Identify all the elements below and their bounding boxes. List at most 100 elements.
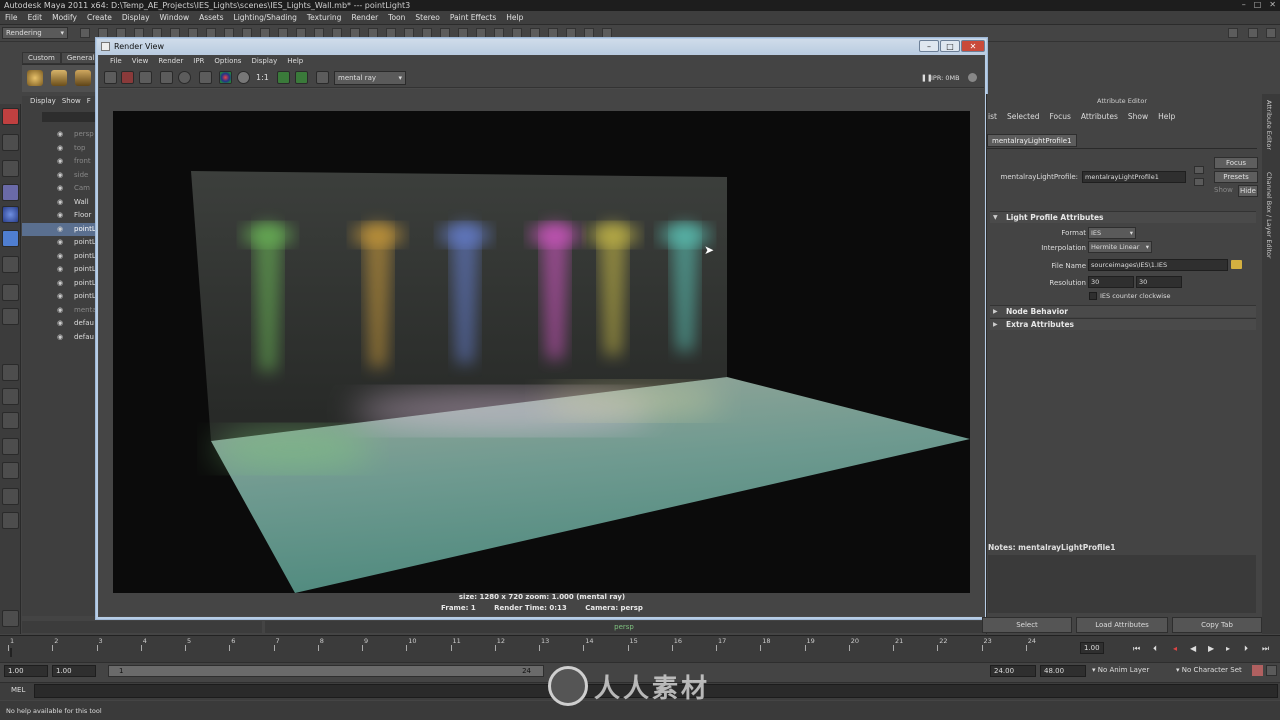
- renderer-select[interactable]: mental ray ▾: [334, 71, 406, 85]
- outliner-item[interactable]: ◉ pointL: [22, 250, 98, 263]
- outliner-item[interactable]: ◉ pointL: [22, 290, 98, 303]
- rv-menu-file[interactable]: File: [105, 55, 127, 68]
- anim-prefs-icon[interactable]: [1266, 665, 1277, 676]
- shelf-light-icon[interactable]: [27, 70, 43, 86]
- section-extra-attributes[interactable]: ▶ Extra Attributes: [990, 318, 1256, 330]
- select-button[interactable]: Select: [982, 617, 1072, 633]
- rendered-image[interactable]: [113, 111, 970, 593]
- viewport-scroll[interactable]: [22, 621, 262, 633]
- range-bar[interactable]: 1 24: [108, 665, 544, 677]
- step-forward-key-icon[interactable]: ⏵: [1244, 644, 1248, 654]
- auto-key-icon[interactable]: [1252, 665, 1263, 676]
- playback-start-field[interactable]: 1.00: [52, 665, 96, 677]
- menu-lighting-shading[interactable]: Lighting/Shading: [229, 13, 302, 22]
- display-rgb-icon[interactable]: [199, 71, 212, 84]
- outliner-item[interactable]: ◉ pointL: [22, 263, 98, 276]
- layout-outliner-icon[interactable]: [2, 438, 19, 455]
- outliner-item[interactable]: ◉ pointL: [22, 236, 98, 249]
- resolution-y-field[interactable]: 30: [1136, 276, 1182, 288]
- ies-ccw-checkbox[interactable]: [1089, 292, 1097, 300]
- keep-image-icon[interactable]: [277, 71, 290, 84]
- outliner-item[interactable]: ◉ Wall: [22, 196, 98, 209]
- anim-layer-select[interactable]: ▾ No Anim Layer: [1092, 665, 1149, 677]
- step-forward-frame-icon[interactable]: ▸: [1226, 644, 1230, 653]
- outliner-item[interactable]: ◉ pointL: [22, 277, 98, 290]
- section-light-profile[interactable]: ▼ Light Profile Attributes: [990, 211, 1256, 223]
- outliner-search-input[interactable]: [42, 112, 97, 122]
- layout-single-icon[interactable]: [2, 364, 19, 381]
- load-attributes-button[interactable]: Load Attributes: [1076, 617, 1168, 633]
- folder-icon[interactable]: [1231, 260, 1242, 269]
- render-region-icon[interactable]: [121, 71, 134, 84]
- layout-render-icon[interactable]: [2, 512, 19, 529]
- hide-button[interactable]: Hide: [1238, 185, 1258, 197]
- play-forward-icon[interactable]: ▶: [1208, 644, 1214, 653]
- copy-tab-button[interactable]: Copy Tab: [1172, 617, 1262, 633]
- play-backward-icon[interactable]: ◀: [1190, 644, 1196, 653]
- ae-node-tab[interactable]: mentalrayLightProfile1: [987, 134, 1077, 147]
- step-back-key-icon[interactable]: ⏴: [1153, 644, 1157, 654]
- menu-set-select[interactable]: Rendering ▾: [2, 27, 68, 39]
- file-name-field[interactable]: sourceimages\IES\1.IES: [1088, 259, 1228, 271]
- panel-toggle-icon[interactable]: [1266, 28, 1276, 38]
- maximize-icon[interactable]: □: [1254, 0, 1262, 11]
- ae-menu-show[interactable]: Show: [1128, 112, 1148, 121]
- outliner-item[interactable]: ◉ persp: [22, 128, 98, 141]
- lasso-tool-icon[interactable]: [2, 134, 19, 151]
- outliner-menu-help[interactable]: F: [87, 97, 91, 109]
- rv-menu-options[interactable]: Options: [209, 55, 246, 68]
- render-view-titlebar[interactable]: [97, 39, 986, 55]
- menu-window[interactable]: Window: [155, 13, 195, 22]
- output-connections-icon[interactable]: [1194, 178, 1204, 186]
- rv-maximize-icon[interactable]: □: [940, 40, 960, 52]
- outliner-item[interactable]: ◉ top: [22, 142, 98, 155]
- move-tool-icon[interactable]: [2, 184, 19, 201]
- menu-modify[interactable]: Modify: [47, 13, 82, 22]
- outliner-item[interactable]: ◉ defau: [22, 331, 98, 344]
- status-line-tool-icon[interactable]: [80, 28, 90, 38]
- menu-display[interactable]: Display: [117, 13, 155, 22]
- ipr-render-icon[interactable]: [160, 71, 173, 84]
- outliner-menu-display[interactable]: Display: [30, 97, 56, 109]
- tab-channel-box[interactable]: Channel Box / Layer Editor: [1265, 172, 1273, 259]
- menu-render[interactable]: Render: [346, 13, 383, 22]
- outliner-item[interactable]: ◉ Cam: [22, 182, 98, 195]
- manipulator-tool-icon[interactable]: [2, 256, 19, 273]
- ae-node-name-field[interactable]: mentalrayLightProfile1: [1082, 171, 1186, 183]
- playback-end-field[interactable]: 24.00: [990, 665, 1036, 677]
- shelf-cube-icon[interactable]: [51, 70, 67, 86]
- rotate-tool-icon[interactable]: [2, 206, 19, 223]
- outliner-item[interactable]: ◉ side: [22, 169, 98, 182]
- layout-four-icon[interactable]: [2, 388, 19, 405]
- tab-attribute-editor[interactable]: Attribute Editor: [1265, 100, 1273, 150]
- ae-menu-selected[interactable]: Selected: [1007, 112, 1040, 121]
- focus-button[interactable]: Focus: [1214, 157, 1258, 169]
- rv-menu-display[interactable]: Display: [246, 55, 282, 68]
- layout-graph-icon[interactable]: [2, 462, 19, 479]
- outliner-item[interactable]: ◉ front: [22, 155, 98, 168]
- ae-menu-help[interactable]: Help: [1158, 112, 1175, 121]
- show-manipulator-icon[interactable]: [2, 308, 19, 325]
- go-to-end-icon[interactable]: ⏭: [1262, 644, 1269, 654]
- menu-assets[interactable]: Assets: [194, 13, 228, 22]
- menu-toon[interactable]: Toon: [383, 13, 410, 22]
- interpolation-select[interactable]: Hermite Linear ▾: [1088, 241, 1152, 253]
- current-frame-field[interactable]: 1.00: [1080, 642, 1104, 654]
- outliner-item[interactable]: ◉ defau: [22, 317, 98, 330]
- minimize-icon[interactable]: –: [1242, 0, 1246, 11]
- real-size-label[interactable]: 1:1: [256, 73, 269, 82]
- scale-tool-icon[interactable]: [2, 230, 19, 247]
- paint-select-tool-icon[interactable]: [2, 160, 19, 177]
- ae-menu-attributes[interactable]: Attributes: [1081, 112, 1118, 121]
- outliner-item[interactable]: ◉ pointL: [22, 222, 98, 236]
- resolution-x-field[interactable]: 30: [1088, 276, 1134, 288]
- outliner-item[interactable]: ◉ mental: [22, 304, 99, 317]
- menu-edit[interactable]: Edit: [23, 13, 48, 22]
- mel-label[interactable]: MEL: [11, 686, 25, 694]
- panel-toggle-icon[interactable]: [1228, 28, 1238, 38]
- go-to-start-icon[interactable]: ⏮: [1133, 644, 1140, 654]
- soft-mod-tool-icon[interactable]: [2, 284, 19, 301]
- render-settings-icon[interactable]: [316, 71, 329, 84]
- shelf-box-icon[interactable]: [75, 70, 91, 86]
- menu-help[interactable]: Help: [501, 13, 528, 22]
